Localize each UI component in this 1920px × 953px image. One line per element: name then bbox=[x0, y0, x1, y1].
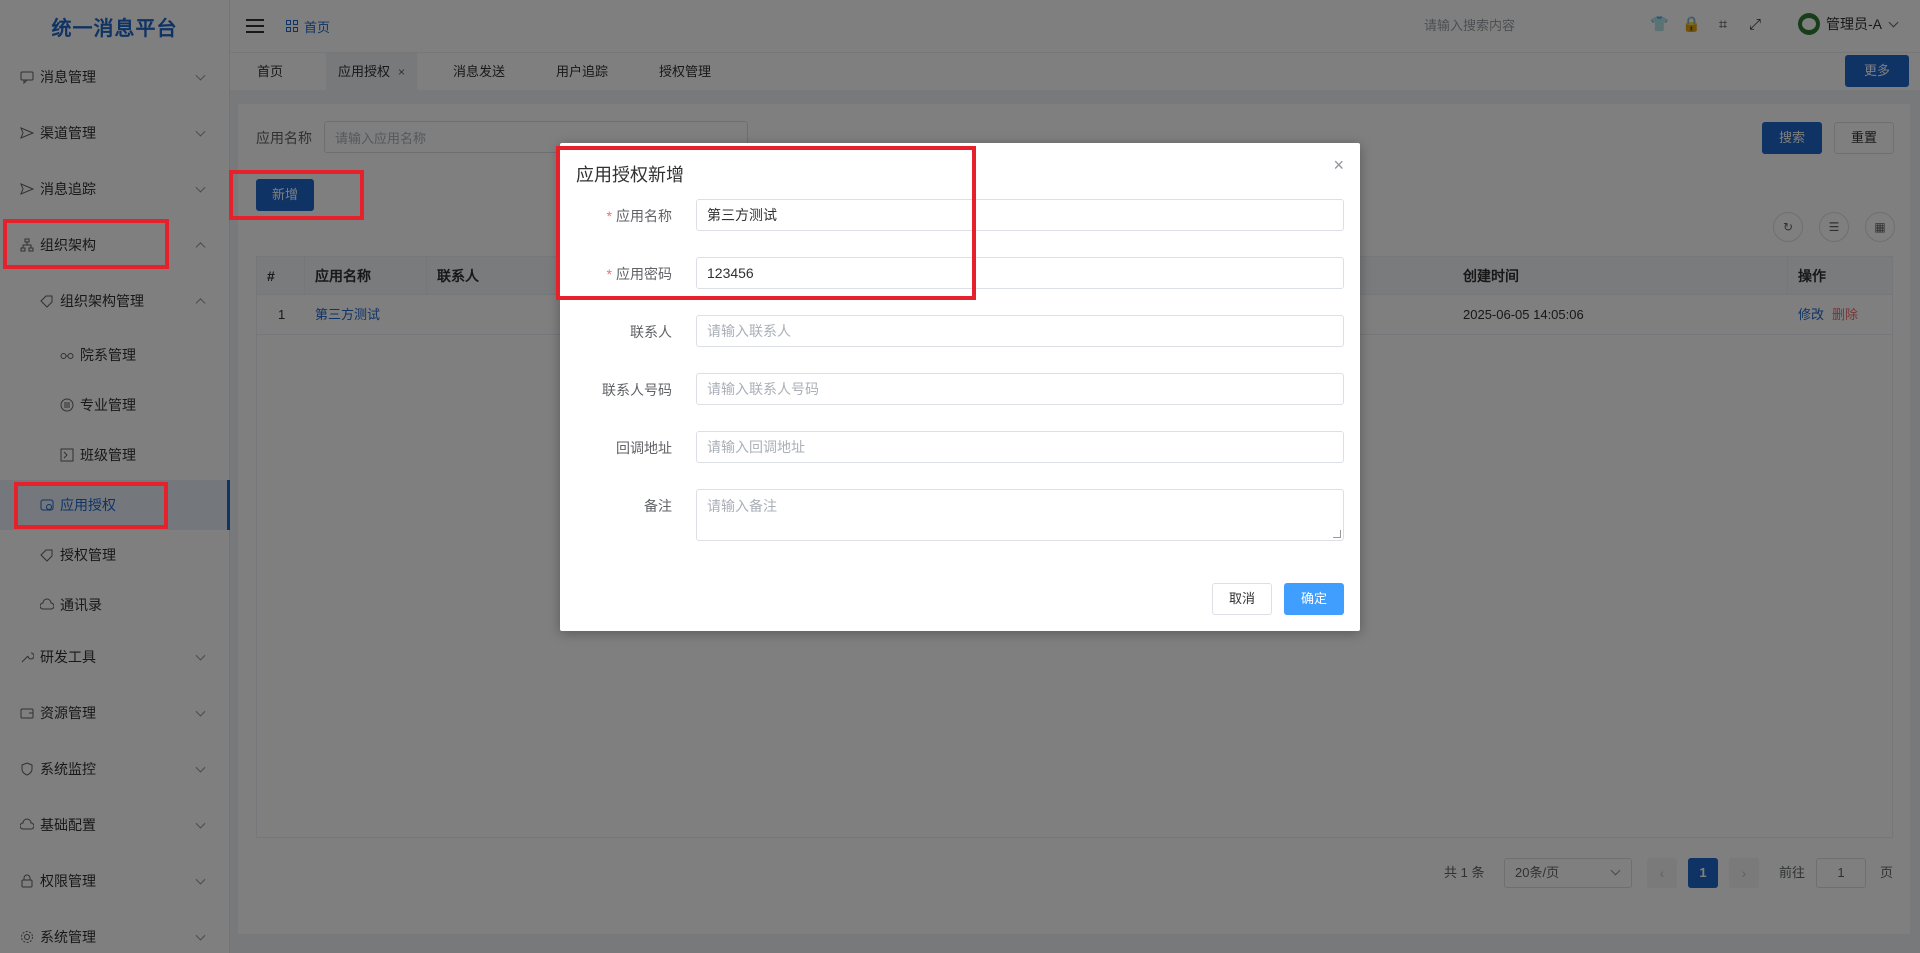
remark-label: 备注 bbox=[644, 498, 672, 514]
close-icon[interactable]: × bbox=[1333, 155, 1344, 176]
contact-label: 联系人 bbox=[630, 324, 672, 340]
contact-phone-label: 联系人号码 bbox=[602, 382, 672, 398]
cancel-button[interactable]: 取消 bbox=[1212, 583, 1272, 615]
callback-url-label: 回调地址 bbox=[616, 440, 672, 456]
annotation-box-app-authorization bbox=[14, 482, 168, 529]
remark-placeholder: 请输入备注 bbox=[707, 498, 777, 514]
contact-field[interactable]: 请输入联系人 bbox=[696, 315, 1344, 347]
annotation-box-org-structure bbox=[3, 219, 169, 269]
annotation-box-dialog-required-fields bbox=[556, 146, 976, 300]
confirm-button[interactable]: 确定 bbox=[1284, 583, 1344, 615]
contact-phone-field[interactable]: 请输入联系人号码 bbox=[696, 373, 1344, 405]
annotation-box-add-button bbox=[229, 170, 364, 220]
remark-field[interactable]: 请输入备注 bbox=[696, 489, 1344, 541]
resize-handle-icon[interactable] bbox=[1333, 530, 1341, 538]
callback-url-field[interactable]: 请输入回调地址 bbox=[696, 431, 1344, 463]
